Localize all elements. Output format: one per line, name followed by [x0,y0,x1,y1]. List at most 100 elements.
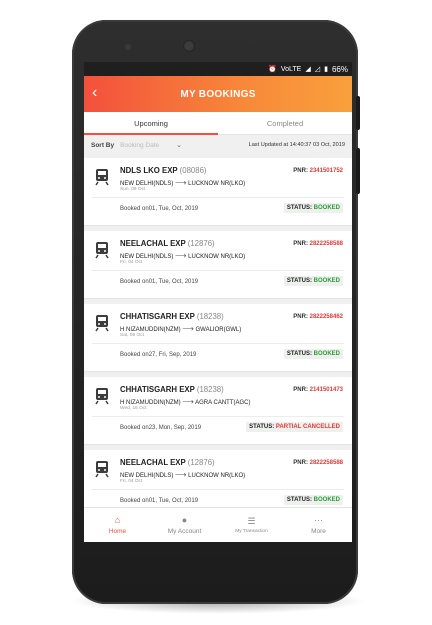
nav-label: My Account [167,528,202,535]
train-icon [94,241,110,259]
app-screen: ⏰ VoLTE ◢ ◿ ▮ 66% ‹ MY BOOKINGS Upcoming… [84,62,352,542]
status-value: BOOKED [313,497,340,503]
card-divider [92,343,344,344]
pnr-label: PNR: [293,460,308,466]
booked-on: Booked on01, Tue, Oct, 2019 [120,206,199,212]
train-name-line: NEELACHAL EXP (12876) [120,458,215,467]
journey-date: Wed, 16 Oct [120,406,147,411]
booked-on: Booked on27, Fri, Sep, 2019 [120,352,197,358]
status-badge: STATUS: PARTIAL CANCELLED [246,422,343,432]
route: H NIZAMUDDIN(NZM) ⟶ GWALIOR(GWL) [120,324,241,333]
card-divider [92,270,344,271]
last-updated: Last Updated at 14:40:37 03 Oct, 2019 [248,142,345,148]
user-icon: ● [181,515,188,525]
tab-upcoming[interactable]: Upcoming [84,112,218,134]
to-station: GWALIOR(GWL) [195,327,242,333]
nav-label: Home [108,528,127,535]
booked-on: Booked on01, Tue, Oct, 2019 [120,279,199,285]
booking-list: NDLS LKO EXP (08086) NEW DELHI(NDLS) ⟶ LU… [84,155,352,517]
pnr: PNR: 2341501752 [293,168,343,174]
to-station: LUCKNOW NR(LKO) [188,254,246,260]
active-tab-indicator [84,133,218,135]
booking-card[interactable]: NEELACHAL EXP (12876) NEW DELHI(NDLS) ⟶ L… [84,231,352,298]
pnr-label: PNR: [293,168,308,174]
booking-card[interactable]: NDLS LKO EXP (08086) NEW DELHI(NDLS) ⟶ LU… [84,158,352,225]
pnr-value: 2822258462 [309,314,343,320]
train-name: NEELACHAL EXP [120,239,186,248]
journey-date: Sun, 06 Oct [120,187,146,192]
pnr-value: 2341501752 [309,168,343,174]
front-camera [183,40,195,52]
pnr-value: 2822258588 [309,460,343,466]
arrow-right-icon: ⟶ [175,251,187,260]
pnr: PNR: 2822258588 [293,460,343,466]
alarm-icon: ⏰ [268,66,277,73]
nav-label: My Transaction [235,529,268,534]
status-label: STATUS: [249,424,275,430]
card-divider [92,416,344,417]
app-header: ‹ MY BOOKINGS [84,76,352,112]
to-station: LUCKNOW NR(LKO) [188,473,246,479]
route: NEW DELHI(NDLS) ⟶ LUCKNOW NR(LKO) [120,470,245,479]
pnr-value: 2141501473 [309,387,343,393]
nav-home[interactable]: ⌂ Home [84,508,151,542]
battery-icon: ▮ [324,66,328,73]
train-name-line: CHHATISGARH EXP (18238) [120,385,224,394]
train-name-line: NEELACHAL EXP (12876) [120,239,215,248]
page-title: MY BOOKINGS [180,88,256,100]
sort-select[interactable]: Booking Date [120,142,176,149]
status-label: STATUS: [286,351,312,357]
arrow-right-icon: ⟶ [182,397,194,406]
booking-card[interactable]: CHHATISGARH EXP (18238) H NIZAMUDDIN(NZM)… [84,304,352,371]
train-name: NEELACHAL EXP [120,458,186,467]
train-name-line: CHHATISGARH EXP (18238) [120,312,224,321]
status-badge: STATUS: BOOKED [283,203,343,213]
list-icon: ☰ [247,516,256,526]
booking-tabs: Upcoming Completed [84,112,352,135]
tab-completed[interactable]: Completed [218,112,352,134]
train-icon [94,460,110,478]
to-station: LUCKNOW NR(LKO) [188,181,246,187]
nav-label: More [311,528,326,535]
route: NEW DELHI(NDLS) ⟶ LUCKNOW NR(LKO) [120,178,245,187]
status-badge: STATUS: BOOKED [283,495,343,505]
status-label: STATUS: [286,278,312,284]
status-badge: STATUS: BOOKED [283,349,343,359]
arrow-right-icon: ⟶ [182,324,194,333]
train-name-line: NDLS LKO EXP (08086) [120,166,207,175]
nav-more[interactable]: ··· More [285,508,352,542]
nav-my-account[interactable]: ● My Account [151,508,218,542]
card-divider [92,197,344,198]
status-badge: STATUS: BOOKED [283,276,343,286]
pnr-value: 2822258588 [309,241,343,247]
booked-on: Booked on23, Mon, Sep, 2019 [120,425,202,431]
card-divider [92,489,344,490]
pnr: PNR: 2822258588 [293,241,343,247]
status-value: BOOKED [313,278,340,284]
sort-bar: Sort By Booking Date ⌄ Last Updated at 1… [84,135,352,155]
pnr-label: PNR: [293,314,308,320]
train-icon [94,387,110,405]
booking-card[interactable]: CHHATISGARH EXP (18238) H NIZAMUDDIN(NZM)… [84,377,352,444]
chevron-left-icon[interactable]: ‹ [92,84,97,102]
pnr: PNR: 2822258462 [293,314,343,320]
train-icon [94,314,110,332]
home-icon: ⌂ [114,515,121,525]
train-number: (18238) [196,385,224,394]
status-value: BOOKED [313,205,340,211]
pnr: PNR: 2141501473 [293,387,343,393]
chevron-down-icon[interactable]: ⌄ [176,141,182,149]
battery-percent: 66% [331,64,348,74]
volume-button [356,148,360,194]
train-name: NDLS LKO EXP [120,166,178,175]
pnr-label: PNR: [293,387,308,393]
train-name: CHHATISGARH EXP [120,312,195,321]
pnr-label: PNR: [293,241,308,247]
booked-on: Booked on01, Tue, Oct, 2019 [120,498,199,504]
front-sensor [125,44,131,50]
train-number: (12876) [187,239,215,248]
nav-my-transaction[interactable]: ☰ My Transaction [218,508,285,542]
arrow-right-icon: ⟶ [175,470,187,479]
power-button [356,96,360,130]
status-bar: ⏰ VoLTE ◢ ◿ ▮ 66% [84,62,352,76]
